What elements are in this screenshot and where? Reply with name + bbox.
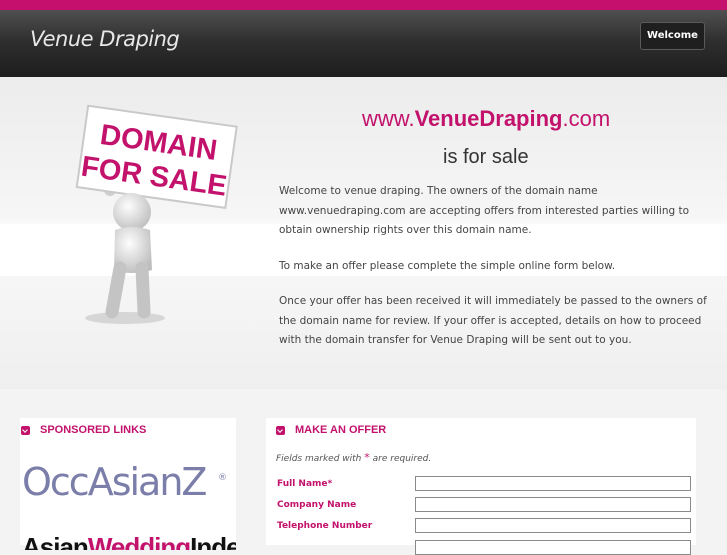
svg-text:AsianWeddingIndex: AsianWeddingIndex — [22, 532, 236, 550]
top-accent-stripe — [0, 0, 727, 10]
full-name-field[interactable] — [415, 476, 691, 491]
intro-paragraph: Welcome to venue draping. The owners of … — [279, 185, 690, 236]
sponsored-ad-asian-wedding-index[interactable]: AsianWeddingIndex — [20, 530, 236, 550]
full-name-label: Full Name* — [277, 479, 333, 489]
telephone-field[interactable] — [415, 518, 691, 533]
intro-paragraph: Once your offer has been received it wil… — [279, 295, 707, 346]
chevron-down-icon — [276, 426, 285, 435]
ad-brand-text: OccAsianZ — [22, 460, 206, 504]
welcome-button[interactable]: Welcome — [640, 22, 705, 50]
domain-for-sale-figure: DOMAIN FOR SALE — [75, 104, 238, 324]
telephone-label: Telephone Number — [277, 521, 373, 531]
domain-title: www.VenueDraping.com — [362, 106, 611, 131]
company-name-label: Company Name — [277, 500, 357, 510]
site-header: Venue Draping Welcome — [0, 10, 727, 77]
company-name-field[interactable] — [415, 497, 691, 512]
registered-mark: ® — [218, 473, 227, 483]
for-sale-text: is for sale — [443, 146, 529, 168]
intro-text: Welcome to venue draping. The owners of … — [279, 182, 709, 367]
sponsored-ad-occasianz[interactable]: OccAsianZ ® — [22, 448, 234, 510]
chevron-down-icon — [21, 426, 30, 435]
sponsored-links-heading: SPONSORED LINKS — [40, 424, 147, 436]
site-logo[interactable]: Venue Draping — [30, 27, 180, 51]
intro-paragraph: To make an offer please complete the sim… — [279, 259, 616, 272]
required-note: Fields marked with * are required. — [276, 451, 432, 464]
next-field[interactable] — [415, 540, 691, 555]
make-offer-heading: MAKE AN OFFER — [295, 424, 387, 436]
